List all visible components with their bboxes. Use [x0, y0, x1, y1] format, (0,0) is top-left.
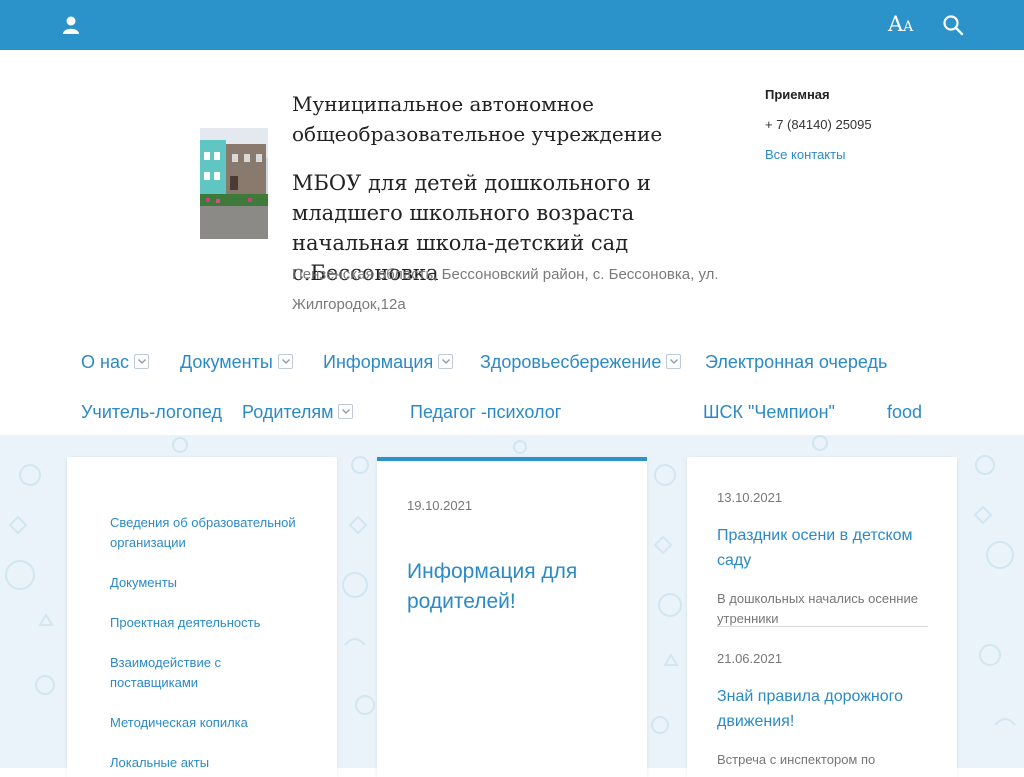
sidebar-item-documents[interactable]: Документы	[110, 573, 310, 593]
nav-item-food[interactable]: food	[887, 402, 922, 423]
nav-label: Педагог -психолог	[410, 402, 562, 422]
org-type: Муниципальное автономное общеобразовател…	[292, 92, 663, 146]
org-address: Пензенская область, Бессоновский район, …	[292, 266, 719, 313]
chevron-down-icon[interactable]	[338, 403, 354, 419]
nav-label: Информация	[323, 352, 434, 372]
font-toggle-small: A	[903, 19, 914, 35]
nav-label: ШСК "Чемпион"	[703, 402, 835, 422]
nav-item-electronic-queue[interactable]: Электронная очередь	[705, 352, 887, 373]
news-list-card: 13.10.2021 Праздник осени в детском саду…	[687, 457, 957, 777]
search-icon[interactable]	[942, 14, 964, 36]
nav-label: Родителям	[242, 402, 334, 422]
sidebar-item-org-info[interactable]: Сведения об образовательной организации	[110, 513, 310, 553]
featured-news-card: 19.10.2021 Информация для родителей!	[377, 457, 647, 777]
news-title-link[interactable]: Знай правила дорожного движения!	[717, 684, 937, 734]
news-excerpt: В дошкольных начались осенние утренники	[717, 591, 918, 626]
nav-label: О нас	[81, 352, 129, 372]
nav-item-documents[interactable]: Документы	[180, 352, 293, 373]
sidebar-card: Сведения об образовательной организации …	[67, 457, 337, 777]
news-excerpt: Встреча с инспектором по	[717, 752, 876, 767]
font-size-toggle[interactable]: AA	[888, 12, 913, 36]
nav-label: Учитель-логопед	[81, 402, 222, 422]
chevron-down-icon[interactable]	[277, 353, 293, 369]
featured-title-link[interactable]: Информация для родителей!	[407, 557, 627, 617]
top-bar: AA	[0, 0, 1024, 50]
nav-item-speech-therapist[interactable]: Учитель-логопед	[81, 402, 222, 423]
news-date: 13.10.2021	[717, 490, 783, 505]
featured-date: 19.10.2021	[407, 498, 473, 513]
nav-label: Электронная очередь	[705, 352, 888, 372]
user-icon[interactable]	[61, 15, 81, 35]
chevron-down-icon[interactable]	[438, 353, 454, 369]
nav-label: Здоровьесбережение	[480, 352, 662, 372]
nav-item-parents[interactable]: Родителям	[242, 402, 354, 423]
nav-label: Документы	[180, 352, 273, 372]
chevron-down-icon[interactable]	[133, 353, 149, 369]
contacts-title: Приемная	[765, 87, 830, 102]
school-photo	[200, 128, 268, 239]
chevron-down-icon[interactable]	[666, 353, 682, 369]
news-date: 21.06.2021	[717, 651, 783, 666]
contacts-phone: + 7 (84140) 25095	[765, 117, 872, 132]
nav-item-information[interactable]: Информация	[323, 352, 454, 373]
sidebar-item-methods[interactable]: Методическая копилка	[110, 713, 310, 733]
sidebar-item-suppliers[interactable]: Взаимодействие с поставщиками	[110, 653, 310, 693]
nav-item-health[interactable]: Здоровьесбережение	[480, 352, 682, 373]
divider	[717, 626, 928, 627]
all-contacts-link[interactable]: Все контакты	[765, 147, 845, 162]
nav-item-psychologist[interactable]: Педагог -психолог	[410, 402, 561, 423]
font-toggle-big: A	[888, 12, 904, 36]
nav-label: food	[887, 402, 923, 422]
sidebar-item-projects[interactable]: Проектная деятельность	[110, 613, 310, 633]
sidebar-item-local-acts[interactable]: Локальные акты	[110, 753, 310, 773]
news-title-link[interactable]: Праздник осени в детском саду	[717, 523, 937, 573]
nav-item-about[interactable]: О нас	[81, 352, 149, 373]
nav-item-sports-club[interactable]: ШСК "Чемпион"	[703, 402, 835, 423]
